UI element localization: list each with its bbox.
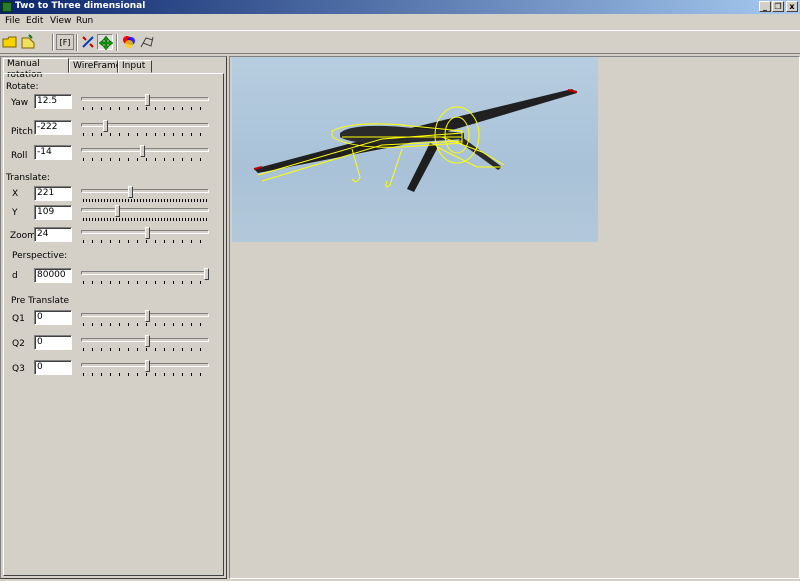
slider-thumb[interactable]: [103, 120, 108, 132]
slider-track: [81, 148, 209, 152]
toolbar: [F]: [0, 30, 800, 54]
x-label: X: [12, 189, 19, 199]
q2-label: Q2: [12, 339, 25, 349]
x-input[interactable]: 221: [34, 186, 72, 201]
aircraft-photo: [232, 57, 598, 242]
tab-manual-rotation[interactable]: Manual rotation: [3, 58, 69, 80]
open-folder-icon[interactable]: [2, 34, 18, 50]
zoom-input[interactable]: 24: [34, 227, 72, 242]
slider-ticks: [83, 199, 207, 202]
color-tool-icon[interactable]: [121, 34, 137, 50]
slider-track: [81, 271, 209, 275]
d-input[interactable]: 80000: [34, 268, 72, 283]
slider-thumb[interactable]: [128, 186, 133, 198]
menu-run[interactable]: Run: [76, 16, 93, 26]
rotate-heading: Rotate:: [6, 82, 39, 92]
translate-heading: Translate:: [6, 173, 50, 183]
roll-label: Roll: [11, 151, 28, 161]
menu-bar: File Edit View Run: [0, 14, 800, 29]
q1-input[interactable]: 0: [34, 310, 72, 325]
yaw-label: Yaw: [11, 98, 29, 108]
d-label: d: [12, 271, 18, 281]
slider-ticks: [83, 240, 207, 243]
pitch-input[interactable]: -222: [34, 120, 72, 135]
slider-thumb[interactable]: [140, 145, 145, 157]
slider-ticks: [83, 107, 207, 110]
zoom-label: Zoom: [10, 231, 36, 241]
slider-ticks: [83, 218, 207, 221]
wireframe-tool-icon[interactable]: [139, 34, 155, 50]
slider-track: [81, 123, 209, 127]
menu-edit[interactable]: Edit: [26, 16, 43, 26]
slider-thumb[interactable]: [145, 94, 150, 106]
pretranslate-heading: Pre Translate: [11, 296, 70, 306]
slider-thumb[interactable]: [115, 205, 120, 217]
pitch-slider[interactable]: [81, 120, 209, 138]
restore-button[interactable]: ❐: [772, 1, 784, 12]
toolbar-separator: [52, 34, 54, 51]
yaw-slider[interactable]: [81, 94, 209, 112]
open-file-icon[interactable]: [20, 34, 36, 50]
x-slider[interactable]: [81, 186, 209, 204]
slider-thumb[interactable]: [145, 310, 150, 322]
window-title: Two to Three dimensional: [15, 1, 146, 11]
perspective-heading: Perspective:: [12, 251, 68, 261]
control-panel: Manual rotation WireFrame Input Rotate: …: [0, 56, 227, 579]
tab-input[interactable]: Input: [118, 60, 152, 73]
manual-rotation-page: Rotate: Yaw 12.5 Pitch -222 Roll -14 Tra…: [3, 73, 224, 576]
close-button[interactable]: x: [786, 1, 798, 12]
y-input[interactable]: 109: [34, 205, 72, 220]
slider-ticks: [83, 323, 207, 326]
slider-track: [81, 208, 209, 212]
q1-label: Q1: [12, 314, 25, 324]
menu-file[interactable]: File: [5, 16, 20, 26]
y-label: Y: [12, 208, 18, 218]
y-slider[interactable]: [81, 205, 209, 223]
frame-button[interactable]: [F]: [56, 34, 74, 50]
q3-input[interactable]: 0: [34, 360, 72, 375]
menu-view[interactable]: View: [50, 16, 71, 26]
zoom-slider[interactable]: [81, 227, 209, 245]
slider-ticks: [83, 281, 207, 284]
app-icon: [2, 2, 12, 12]
pitch-label: Pitch: [11, 127, 33, 137]
roll-input[interactable]: -14: [34, 145, 72, 160]
slider-thumb[interactable]: [145, 360, 150, 372]
slider-ticks: [83, 348, 207, 351]
yaw-input[interactable]: 12.5: [34, 94, 72, 109]
q3-slider[interactable]: [81, 360, 209, 378]
slider-thumb[interactable]: [204, 268, 209, 280]
d-slider[interactable]: [81, 268, 209, 286]
tab-wireframe[interactable]: WireFrame: [69, 60, 121, 73]
slider-thumb[interactable]: [145, 227, 150, 239]
q1-slider[interactable]: [81, 310, 209, 328]
toolbar-separator: [76, 34, 78, 51]
q2-slider[interactable]: [81, 335, 209, 353]
slider-ticks: [83, 133, 207, 136]
slider-ticks: [83, 373, 207, 376]
aircraft-wireframe-overlay: [253, 89, 578, 192]
slider-thumb[interactable]: [145, 335, 150, 347]
q3-label: Q3: [12, 364, 25, 374]
minimize-button[interactable]: _: [759, 1, 771, 12]
toolbar-separator: [116, 34, 118, 51]
move-tool-icon[interactable]: [97, 34, 114, 51]
aircraft-tail: [407, 143, 438, 192]
q2-input[interactable]: 0: [34, 335, 72, 350]
viewport-canvas[interactable]: [229, 56, 800, 579]
title-bar: Two to Three dimensional _ ❐ x: [0, 0, 800, 14]
roll-slider[interactable]: [81, 145, 209, 163]
slider-ticks: [83, 158, 207, 161]
slider-track: [81, 189, 209, 193]
rotate-tool-icon[interactable]: [80, 34, 96, 50]
